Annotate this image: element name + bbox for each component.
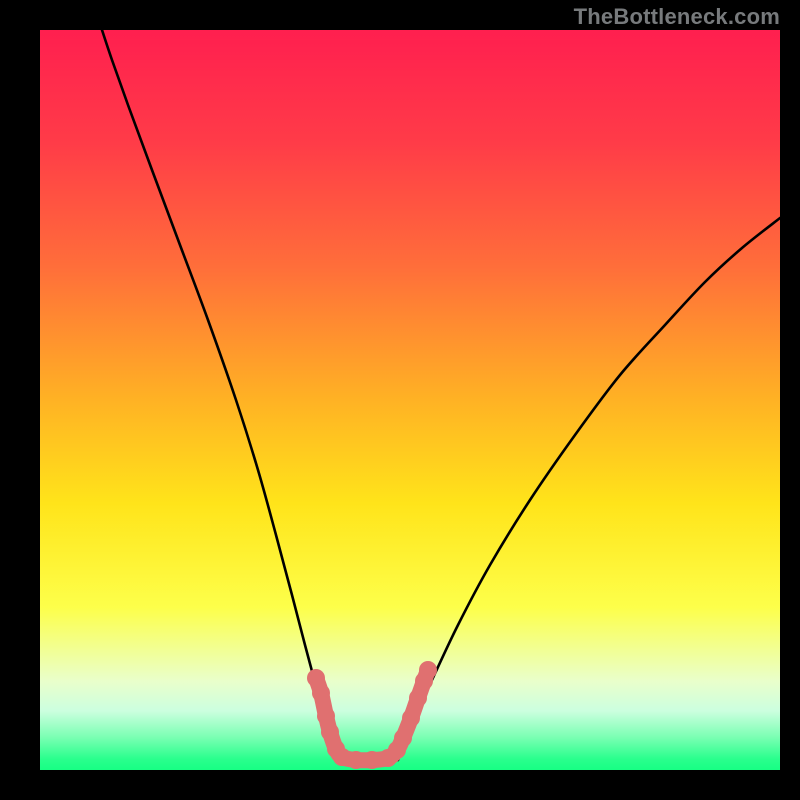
data-marker [402, 709, 420, 727]
data-marker [409, 689, 427, 707]
data-marker [363, 751, 381, 769]
data-marker [419, 661, 437, 679]
chart-frame: TheBottleneck.com [0, 0, 800, 800]
data-marker [321, 723, 339, 741]
data-marker [317, 707, 335, 725]
curve-layer [40, 30, 780, 770]
data-marker [394, 729, 412, 747]
series-left-curve [102, 30, 337, 760]
plot-area [40, 30, 780, 770]
data-marker [347, 751, 365, 769]
watermark-text: TheBottleneck.com [574, 4, 780, 30]
series-right-curve [398, 218, 780, 760]
data-marker [312, 684, 330, 702]
